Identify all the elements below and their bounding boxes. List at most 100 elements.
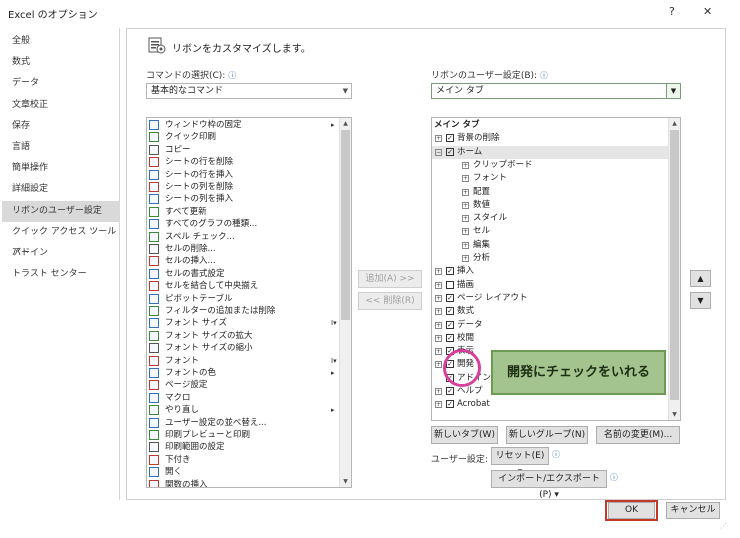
command-item[interactable]: スペル チェック... (149, 231, 339, 243)
ribbon-tree-item[interactable]: + フォント (432, 172, 668, 185)
ribbon-tree-item[interactable]: + クリップボード (432, 159, 668, 172)
command-item[interactable]: シートの行を削除 (149, 156, 339, 168)
command-item[interactable]: シートの列を削除 (149, 181, 339, 193)
command-item[interactable]: フォント サイズの拡大 (149, 330, 339, 342)
expand-icon[interactable]: + (435, 401, 442, 409)
expand-icon[interactable]: + (462, 228, 469, 236)
ribbon-tree-item[interactable]: + ✓ 挿入 (432, 265, 668, 278)
ribbon-tree-item[interactable]: + ✓ ページ レイアウト (432, 292, 668, 305)
resize-grip-icon[interactable]: ⋰ (720, 522, 727, 530)
checkbox[interactable]: ✓ (446, 307, 454, 316)
expand-icon[interactable]: + (435, 348, 442, 356)
ribbon-tree-item[interactable]: + スタイル (432, 212, 668, 225)
nav-item[interactable]: トラスト センター (2, 264, 120, 285)
command-item[interactable]: フォント I▾ (149, 355, 339, 367)
rename-button[interactable]: 名前の変更(M)... (596, 426, 680, 444)
scroll-thumb[interactable] (341, 130, 350, 320)
expand-icon[interactable]: + (435, 321, 442, 329)
command-item[interactable]: セルの書式設定 (149, 268, 339, 280)
command-item[interactable]: シートの列を挿入 (149, 193, 339, 205)
checkbox[interactable]: ✓ (446, 387, 454, 395)
ribbon-tree-item[interactable]: + 編集 (432, 239, 668, 252)
command-item[interactable]: セルを結合して中央揃え (149, 280, 339, 292)
nav-item[interactable]: 数式 (2, 52, 120, 73)
new-tab-button[interactable]: 新しいタブ(W) (431, 426, 498, 444)
expand-icon[interactable]: + (435, 281, 442, 289)
ribbon-tree-item[interactable]: + セル (432, 225, 668, 238)
move-up-button[interactable]: ▲ (690, 270, 711, 287)
close-button[interactable]: ✕ (703, 5, 712, 18)
nav-item[interactable]: 保存 (2, 116, 120, 137)
expand-icon[interactable]: + (462, 161, 469, 169)
command-item[interactable]: 印刷範囲の設定 (149, 441, 339, 453)
expand-icon[interactable]: + (462, 188, 469, 196)
command-item[interactable]: セルの挿入... (149, 255, 339, 267)
command-item[interactable]: クイック印刷 (149, 131, 339, 143)
expand-icon[interactable]: + (435, 308, 442, 316)
expand-icon[interactable]: + (435, 294, 442, 302)
checkbox[interactable]: ✓ (446, 333, 454, 342)
ribbon-scrollbar[interactable]: ▲ ▼ (668, 118, 680, 420)
ribbon-tree-item[interactable]: + ✓ 校閲 (432, 332, 668, 345)
reset-button[interactable]: リセット(E) ▾ (491, 447, 549, 477)
command-item[interactable]: フォントの色 ▸ (149, 367, 339, 379)
command-item[interactable]: シートの行を挿入 (149, 169, 339, 181)
ribbon-tree-item[interactable]: − ✓ ホーム (432, 145, 668, 159)
command-item[interactable]: 関数の挿入 (149, 479, 339, 487)
ribbon-tree-item[interactable]: + 数値 (432, 199, 668, 212)
nav-item[interactable]: 言語 (2, 137, 120, 158)
nav-item[interactable]: データ (2, 73, 120, 94)
commands-select[interactable]: 基本的なコマンド ▼ (146, 83, 352, 99)
expand-icon[interactable]: + (462, 201, 469, 209)
ribbon-tree-item[interactable]: + ✓ データ (432, 319, 668, 332)
command-item[interactable]: ピボットテーブル (149, 293, 339, 305)
ribbon-tree-item[interactable]: + 描画 (432, 279, 668, 292)
command-item[interactable]: ページ設定 (149, 379, 339, 391)
command-item[interactable]: 下付き (149, 454, 339, 466)
nav-item[interactable]: 全般 (2, 31, 120, 52)
collapse-icon[interactable]: − (435, 148, 442, 156)
command-item[interactable]: セルの削除... (149, 243, 339, 255)
command-item[interactable]: 印刷プレビューと印刷 (149, 429, 339, 441)
nav-item[interactable]: クイック アクセス ツール バー (2, 222, 120, 258)
scroll-up-icon[interactable]: ▲ (340, 118, 351, 129)
scroll-up-icon[interactable]: ▲ (669, 118, 680, 129)
expand-icon[interactable]: + (462, 175, 469, 183)
scroll-down-icon[interactable]: ▼ (669, 409, 680, 420)
new-group-button[interactable]: 新しいグループ(N) (506, 426, 588, 444)
command-item[interactable]: フォント サイズ I▾ (149, 317, 339, 329)
checkbox[interactable] (446, 280, 454, 289)
nav-item[interactable]: 詳細設定 (2, 179, 120, 200)
commands-list[interactable]: ▲ ▼ ウィンドウ枠の固定 ▸ クイック印刷 コピー シートの行を削除 シートの行を挿入シ… (146, 117, 352, 488)
expand-icon[interactable]: + (435, 361, 442, 369)
command-item[interactable]: やり直し ▸ (149, 404, 339, 416)
nav-item[interactable]: アドイン (2, 243, 120, 264)
ribbon-tree-item[interactable]: メイン タブ (432, 119, 668, 132)
import-export-button[interactable]: インポート/エクスポート(P) ▾ (491, 470, 607, 500)
command-item[interactable]: コピー (149, 144, 339, 156)
ribbon-tree-item[interactable]: + 分析 (432, 252, 668, 265)
command-item[interactable]: 開く (149, 466, 339, 478)
expand-icon[interactable]: + (462, 255, 469, 262)
checkbox[interactable]: ✓ (446, 320, 454, 329)
nav-item[interactable]: リボンのユーザー設定 (2, 200, 120, 222)
expand-icon[interactable]: + (462, 215, 469, 223)
ok-button[interactable]: OK (608, 502, 655, 519)
scroll-thumb[interactable] (670, 130, 679, 400)
command-item[interactable]: すべて更新 (149, 206, 339, 218)
help-button[interactable]: ? (669, 5, 675, 18)
move-down-button[interactable]: ▼ (690, 292, 711, 309)
command-item[interactable]: ユーザー設定の並べ替え... (149, 417, 339, 429)
ribbon-tree-item[interactable]: + ✓ 数式 (432, 305, 668, 318)
expand-icon[interactable]: + (435, 135, 442, 143)
expand-icon[interactable]: + (435, 334, 442, 342)
checkbox[interactable]: ✓ (446, 267, 454, 276)
command-item[interactable]: フィルターの追加または削除 (149, 305, 339, 317)
command-item[interactable]: マクロ (149, 392, 339, 404)
expand-icon[interactable]: + (462, 241, 469, 249)
command-item[interactable]: ウィンドウ枠の固定 ▸ (149, 119, 339, 131)
ribbon-tabs-select[interactable]: メイン タブ ▼ (431, 83, 681, 99)
checkbox[interactable]: ✓ (446, 293, 454, 302)
remove-button[interactable]: << 削除(R) (358, 292, 422, 310)
ribbon-tree-item[interactable]: + 配置 (432, 186, 668, 199)
